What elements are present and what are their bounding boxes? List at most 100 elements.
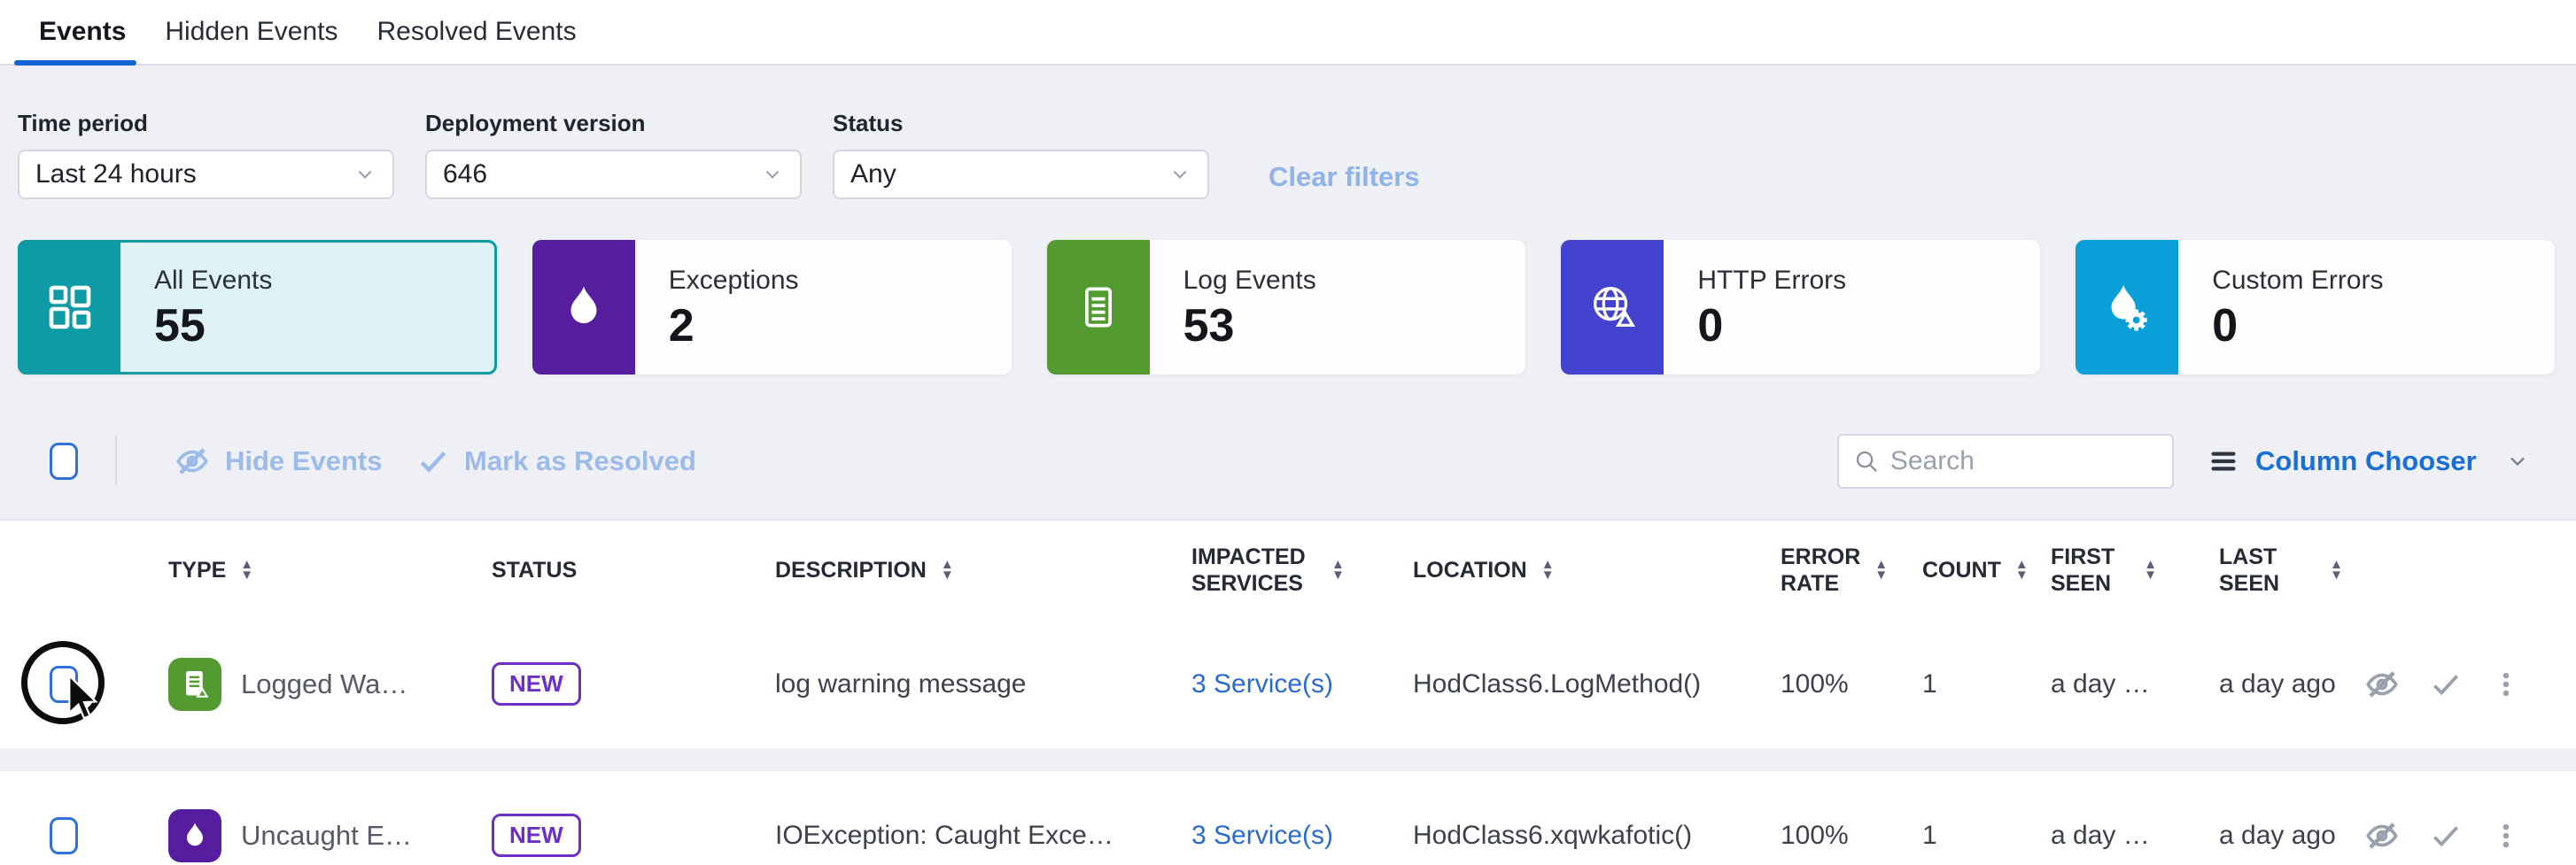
deployment-version-label: Deployment version [425,110,802,137]
card-http-errors[interactable]: HTTP Errors 0 [1561,240,2040,375]
sort-icon: ▲▼ [1331,560,1345,581]
card-value: 0 [2212,303,2383,349]
search-icon [1853,446,1880,476]
chevron-down-icon [2505,449,2530,474]
card-label: Log Events [1183,266,1316,296]
column-header-location[interactable]: LOCATION ▲▼ [1346,557,1719,583]
clear-filters-link[interactable]: Clear filters [1269,161,1420,193]
resolve-event-icon[interactable] [2429,819,2463,853]
column-header-count[interactable]: COUNT ▲▼ [1869,557,1984,583]
row-actions [2343,666,2576,703]
impacted-services-link[interactable]: 3 Service(s) [1191,669,1333,699]
time-period-select[interactable]: Last 24 hours [18,150,394,199]
chevron-down-icon [761,163,784,186]
toolbar-divider [115,436,117,485]
description-cell: IOException: Caught Exception [709,821,1125,851]
hide-events-label: Hide Events [225,445,382,477]
stat-cards: All Events 55 Exceptions 2 Log Events 53 [18,240,2555,375]
resolve-event-icon[interactable] [2429,668,2463,701]
tab-events[interactable]: Events [39,0,126,64]
sort-icon: ▲▼ [240,560,253,581]
location-cell: HodClass6.xqwkafotic() [1346,821,1719,851]
flame-gear-icon [2076,240,2178,375]
card-value: 55 [154,303,272,349]
hide-events-button[interactable]: Hide Events [174,432,382,490]
column-header-impacted-services[interactable]: IMPACTED SERVICES ▲▼ [1125,544,1346,597]
tab-hidden-events-label: Hidden Events [165,17,338,47]
select-all-checkbox[interactable] [50,443,78,480]
card-exceptions[interactable]: Exceptions 2 [532,240,1012,375]
card-value: 53 [1183,303,1316,349]
tab-resolved-events-label: Resolved Events [377,17,577,47]
location-cell: HodClass6.LogMethod() [1346,669,1719,699]
tab-hidden-events[interactable]: Hidden Events [165,0,338,64]
row-menu-icon[interactable] [2491,669,2521,699]
sort-icon: ▲▼ [941,560,954,581]
table-toolbar: Hide Events Mark as Resolved Column Choo… [0,432,2576,490]
globe-warning-icon [1561,240,1664,375]
column-header-error-rate[interactable]: ERROR RATE ▲▼ [1719,544,1869,597]
row-checkbox[interactable] [50,817,78,854]
first-seen-cell: a day ago [1984,669,2157,699]
card-label: Exceptions [669,266,799,296]
chevron-down-icon [1168,163,1191,186]
hide-event-icon[interactable] [2363,817,2401,854]
log-warning-icon [168,658,221,711]
deployment-version-value: 646 [443,159,487,189]
type-label: Logged Warning [241,668,416,700]
column-header-status[interactable]: STATUS [416,557,709,583]
row-checkbox[interactable] [50,666,78,703]
error-rate-cell: 100% [1719,821,1869,851]
column-header-first-seen[interactable]: FIRST SEEN ▲▼ [1984,544,2157,597]
type-cell: Uncaught Excep... [124,809,416,862]
column-chooser-button[interactable]: Column Chooser [2207,432,2530,490]
card-label: All Events [154,266,272,296]
column-header-last-seen[interactable]: LAST SEEN ▲▼ [2157,544,2343,597]
card-log-events[interactable]: Log Events 53 [1047,240,1526,375]
tab-resolved-events[interactable]: Resolved Events [377,0,577,64]
mark-resolved-button[interactable]: Mark as Resolved [416,432,696,490]
impacted-services-link[interactable]: 3 Service(s) [1191,821,1333,850]
filter-deployment-version: Deployment version 646 [425,110,802,199]
search-box [1837,434,2174,489]
row-menu-icon[interactable] [2491,821,2521,851]
last-seen-cell: a day ago [2157,821,2343,851]
status-badge: NEW [492,662,581,706]
type-cell: Logged Warning [124,658,416,711]
last-seen-cell: a day ago [2157,669,2343,699]
uncaught-exception-icon [168,809,221,862]
column-header-description[interactable]: DESCRIPTION ▲▼ [709,557,1125,583]
time-period-value: Last 24 hours [35,159,197,189]
first-seen-cell: a day ago [1984,821,2157,851]
grid-icon [18,240,120,375]
card-label: Custom Errors [2212,266,2383,296]
type-label: Uncaught Excep... [241,820,416,852]
card-value: 0 [1697,303,1846,349]
column-header-type[interactable]: TYPE ▲▼ [124,557,416,583]
search-input[interactable] [1890,446,2158,476]
status-label: Status [833,110,1209,137]
sort-icon: ▲▼ [2330,560,2343,581]
count-cell: 1 [1869,669,1984,699]
check-icon [416,444,450,478]
filter-time-period: Time period Last 24 hours [18,110,394,199]
card-label: HTTP Errors [1697,266,1846,296]
eye-slash-icon [174,443,211,480]
sort-icon: ▲▼ [1541,560,1555,581]
table-row: Uncaught Excep... NEW IOException: Caugh… [0,771,2576,865]
row-gap [0,748,2576,771]
deployment-version-select[interactable]: 646 [425,150,802,199]
card-custom-errors[interactable]: Custom Errors 0 [2076,240,2555,375]
table-row: Logged Warning NEW log warning message 3… [0,620,2576,748]
time-period-label: Time period [18,110,394,137]
hide-event-icon[interactable] [2363,666,2401,703]
count-cell: 1 [1869,821,1984,851]
status-select[interactable]: Any [833,150,1209,199]
tab-bar: Events Hidden Events Resolved Events [0,0,2576,66]
status-badge: NEW [492,814,581,857]
card-all-events[interactable]: All Events 55 [18,240,497,375]
row-actions [2343,817,2576,854]
tab-events-label: Events [39,17,126,47]
events-table: TYPE ▲▼ STATUS DESCRIPTION ▲▼ IMPACTED S… [0,519,2576,865]
error-rate-cell: 100% [1719,669,1869,699]
